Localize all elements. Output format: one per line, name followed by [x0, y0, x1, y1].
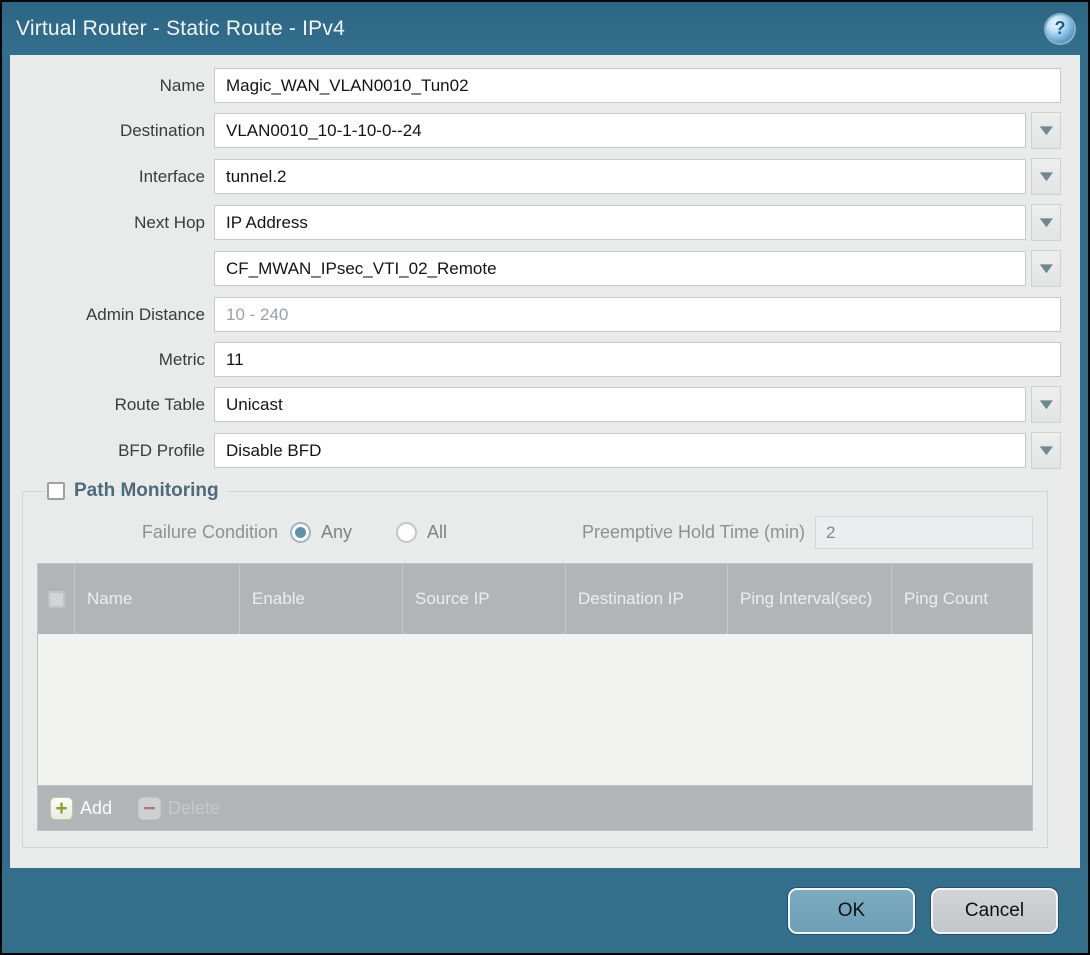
chevron-down-icon: ▼	[1035, 215, 1057, 230]
chevron-down-icon: ▼	[1035, 123, 1057, 138]
next-hop-type-dropdown-button[interactable]: ▼	[1031, 204, 1061, 241]
bfd-profile-input[interactable]	[214, 433, 1026, 468]
metric-row: Metric	[10, 342, 1061, 377]
destination-dropdown-button[interactable]: ▼	[1031, 112, 1061, 149]
radio-all[interactable]	[396, 522, 417, 543]
table-header-cell: Ping Interval(sec)	[727, 564, 891, 634]
bfd-profile-row: BFD Profile ▼	[10, 433, 1061, 469]
table-header-cell	[38, 564, 74, 634]
path-monitoring-section: Path Monitoring Failure Condition Any Al…	[22, 480, 1048, 848]
cancel-button[interactable]: Cancel	[931, 888, 1058, 934]
dialog-title: Virtual Router - Static Route - IPv4	[16, 17, 345, 41]
next-hop-address-input[interactable]	[214, 251, 1026, 286]
metric-input[interactable]	[214, 342, 1061, 377]
table-header-cell: Name	[74, 564, 239, 634]
add-plus-icon: +	[50, 797, 73, 820]
table-header: Name Enable Source IP Destination IP Pin…	[38, 564, 1032, 634]
chevron-down-icon: ▼	[1035, 169, 1057, 184]
dialog-bottombar: OK Cancel	[2, 868, 1088, 953]
radio-dot	[295, 527, 306, 538]
select-all-checkbox[interactable]	[48, 591, 65, 608]
admin-distance-row: Admin Distance	[10, 297, 1061, 332]
radio-any[interactable]	[290, 522, 311, 543]
name-label: Name	[10, 76, 214, 96]
preemptive-hold-time-label: Preemptive Hold Time (min)	[582, 522, 815, 543]
failure-condition-label: Failure Condition	[37, 522, 290, 543]
dialog-content: Name Destination ▼ Interface ▼ Next Hop	[10, 55, 1080, 868]
interface-input[interactable]	[214, 159, 1026, 194]
path-monitoring-checkbox[interactable]	[47, 482, 65, 500]
table-header-cell: Enable	[239, 564, 402, 634]
chevron-down-icon: ▼	[1035, 443, 1057, 458]
delete-minus-icon: −	[138, 797, 161, 820]
radio-all-label: All	[427, 522, 447, 543]
name-input[interactable]	[214, 68, 1061, 103]
dialog-titlebar: Virtual Router - Static Route - IPv4 ?	[2, 2, 1088, 55]
admin-distance-input[interactable]	[214, 297, 1061, 332]
destination-label: Destination	[10, 121, 214, 141]
delete-button-label: Delete	[168, 798, 220, 819]
failure-condition-row: Failure Condition Any All Preemptive Hol…	[37, 516, 1033, 549]
table-header-cell: Source IP	[402, 564, 565, 634]
destination-row: Destination ▼	[10, 113, 1061, 149]
failure-condition-radio-group: Any All	[290, 522, 481, 543]
next-hop-label: Next Hop	[10, 213, 214, 233]
radio-any-label: Any	[321, 522, 352, 543]
route-table-row: Route Table ▼	[10, 387, 1061, 423]
interface-row: Interface ▼	[10, 159, 1061, 195]
next-hop-row: Next Hop ▼	[10, 205, 1061, 241]
static-route-dialog: Virtual Router - Static Route - IPv4 ? N…	[0, 0, 1090, 955]
table-body-empty	[38, 634, 1032, 785]
delete-button[interactable]: − Delete	[138, 797, 220, 820]
help-icon[interactable]: ?	[1046, 15, 1074, 43]
table-footer: + Add − Delete	[38, 785, 1032, 830]
preemptive-hold-time-input[interactable]	[815, 516, 1033, 549]
name-row: Name	[10, 68, 1061, 103]
metric-label: Metric	[10, 350, 214, 370]
interface-dropdown-button[interactable]: ▼	[1031, 158, 1061, 195]
route-table-label: Route Table	[10, 395, 214, 415]
preemptive-hold-time-group: Preemptive Hold Time (min)	[582, 516, 1033, 549]
admin-distance-label: Admin Distance	[10, 305, 214, 325]
next-hop-address-dropdown-button[interactable]: ▼	[1031, 250, 1061, 287]
destination-input[interactable]	[214, 113, 1026, 148]
interface-label: Interface	[10, 167, 214, 187]
chevron-down-icon: ▼	[1035, 397, 1057, 412]
ok-button[interactable]: OK	[788, 888, 915, 934]
table-header-cell: Destination IP	[565, 564, 727, 634]
bfd-profile-dropdown-button[interactable]: ▼	[1031, 432, 1061, 469]
next-hop-type-input[interactable]	[214, 205, 1026, 240]
route-table-dropdown-button[interactable]: ▼	[1031, 386, 1061, 423]
add-button[interactable]: + Add	[50, 797, 112, 820]
add-button-label: Add	[80, 798, 112, 819]
path-monitoring-table: Name Enable Source IP Destination IP Pin…	[37, 563, 1033, 831]
bfd-profile-label: BFD Profile	[10, 441, 214, 461]
path-monitoring-title: Path Monitoring	[74, 480, 219, 502]
route-table-input[interactable]	[214, 387, 1026, 422]
table-header-cell: Ping Count	[891, 564, 1032, 634]
chevron-down-icon: ▼	[1035, 261, 1057, 276]
next-hop-address-row: ▼	[10, 251, 1061, 287]
path-monitoring-legend: Path Monitoring	[45, 480, 227, 502]
